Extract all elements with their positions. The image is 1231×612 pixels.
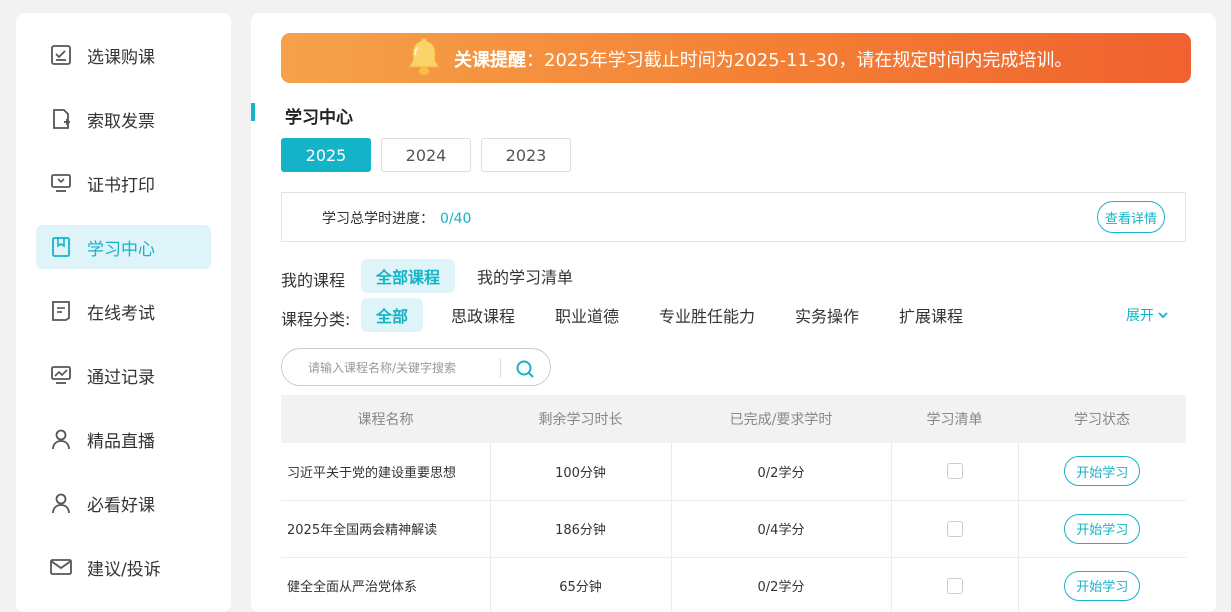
bookmark-book-icon bbox=[50, 236, 72, 258]
sidebar-item-invoice[interactable]: 索取发票 bbox=[36, 97, 211, 141]
sidebar-item-label: 学习中心 bbox=[87, 239, 155, 260]
status-cell: 开始学习 bbox=[1018, 557, 1186, 612]
table-header-row: 课程名称 剩余学习时长 已完成/要求学时 学习清单 学习状态 bbox=[281, 395, 1186, 443]
notice-title: 关课提醒 bbox=[454, 50, 526, 71]
category-all[interactable]: 全部 bbox=[361, 298, 423, 332]
sidebar-item-label: 索取发票 bbox=[87, 111, 155, 132]
study-list-cell bbox=[891, 500, 1019, 558]
tab-my-study-list[interactable]: 我的学习清单 bbox=[469, 259, 581, 293]
monitor-print-icon bbox=[50, 172, 72, 194]
status-cell: 开始学习 bbox=[1018, 500, 1186, 558]
exam-paper-icon bbox=[50, 300, 72, 322]
column-header: 剩余学习时长 bbox=[490, 395, 671, 443]
sidebar-item-course-select[interactable]: 选课购课 bbox=[36, 33, 211, 77]
sidebar-item-live-stream[interactable]: 精品直播 bbox=[36, 417, 211, 461]
study-list-checkbox[interactable] bbox=[946, 520, 963, 537]
main-panel: 关课提醒：2025年学习截止时间为2025-11-30，请在规定时间内完成培训。… bbox=[251, 13, 1216, 612]
page-title: 学习中心 bbox=[285, 108, 353, 128]
column-header: 已完成/要求学时 bbox=[671, 395, 891, 443]
column-header: 学习清单 bbox=[891, 395, 1018, 443]
progress-label: 学习总学时进度： 0/40 bbox=[322, 208, 471, 228]
status-cell: 开始学习 bbox=[1018, 443, 1186, 501]
notice-message: 关课提醒：2025年学习截止时间为2025-11-30，请在规定时间内完成培训。 bbox=[454, 46, 1072, 72]
sidebar-item-certificate-print[interactable]: 证书打印 bbox=[36, 161, 211, 205]
credit-progress: 0/4学分 bbox=[671, 500, 892, 558]
chevron-down-icon bbox=[1158, 307, 1168, 323]
course-search bbox=[281, 348, 551, 386]
user-icon bbox=[50, 492, 72, 514]
table-row: 2025年全国两会精神解读 186分钟 0/4学分 开始学习 bbox=[281, 500, 1186, 558]
progress-value: 0/40 bbox=[440, 211, 472, 227]
study-list-cell bbox=[891, 557, 1019, 612]
section-accent-bar bbox=[251, 103, 255, 121]
sidebar-item-label: 选课购课 bbox=[87, 47, 155, 68]
search-icon[interactable] bbox=[514, 358, 536, 380]
user-icon bbox=[50, 428, 72, 450]
expand-label: 展开 bbox=[1126, 308, 1154, 324]
study-progress-box: 学习总学时进度： 0/40 查看详情 bbox=[281, 192, 1186, 242]
remaining-time: 65分钟 bbox=[490, 557, 672, 612]
table-row: 健全全面从严治党体系 65分钟 0/2学分 开始学习 bbox=[281, 557, 1186, 612]
course-name: 习近平关于党的建设重要思想 bbox=[281, 443, 491, 501]
table-row: 习近平关于党的建设重要思想 100分钟 0/2学分 开始学习 bbox=[281, 443, 1186, 501]
progress-label-text: 学习总学时进度： bbox=[322, 211, 434, 227]
sidebar-item-online-exam[interactable]: 在线考试 bbox=[36, 289, 211, 333]
mail-icon bbox=[50, 556, 72, 578]
category-practice[interactable]: 实务操作 bbox=[783, 298, 871, 332]
column-header: 课程名称 bbox=[281, 395, 490, 443]
sidebar-item-label: 证书打印 bbox=[87, 175, 155, 196]
chart-monitor-icon bbox=[50, 364, 72, 386]
sidebar: 选课购课 索取发票 证书打印 学习中心 在线考试 通过记录 精品直播 必看好课 … bbox=[16, 13, 231, 612]
my-courses-label: 我的课程 bbox=[281, 271, 346, 290]
notice-text: ：2025年学习截止时间为2025-11-30，请在规定时间内完成培训。 bbox=[526, 50, 1073, 71]
sidebar-item-feedback[interactable]: 建议/投诉 bbox=[36, 545, 211, 589]
start-learning-button[interactable]: 开始学习 bbox=[1064, 570, 1141, 601]
sidebar-item-label: 精品直播 bbox=[87, 431, 155, 452]
study-list-checkbox[interactable] bbox=[946, 463, 963, 480]
course-table: 课程名称 剩余学习时长 已完成/要求学时 学习清单 学习状态 习近平关于党的建设… bbox=[281, 395, 1186, 612]
remaining-time: 186分钟 bbox=[490, 500, 672, 558]
year-tab-2023[interactable]: 2023 bbox=[481, 138, 571, 172]
sidebar-item-label: 必看好课 bbox=[87, 495, 155, 516]
year-tab-2025[interactable]: 2025 bbox=[281, 138, 371, 172]
view-details-button[interactable]: 查看详情 bbox=[1097, 201, 1165, 233]
start-learning-button[interactable]: 开始学习 bbox=[1064, 456, 1141, 487]
sidebar-item-label: 通过记录 bbox=[87, 367, 155, 388]
category-extended[interactable]: 扩展课程 bbox=[887, 298, 975, 332]
sidebar-item-pass-records[interactable]: 通过记录 bbox=[36, 353, 211, 397]
search-divider bbox=[500, 358, 501, 378]
credit-progress: 0/2学分 bbox=[671, 443, 892, 501]
tab-all-courses[interactable]: 全部课程 bbox=[361, 259, 455, 293]
remaining-time: 100分钟 bbox=[490, 443, 672, 501]
sidebar-item-label: 建议/投诉 bbox=[87, 559, 161, 580]
category-label: 课程分类: bbox=[281, 310, 351, 329]
study-list-checkbox[interactable] bbox=[946, 577, 963, 594]
course-name: 2025年全国两会精神解读 bbox=[281, 500, 491, 558]
study-list-cell bbox=[891, 443, 1019, 501]
course-name: 健全全面从严治党体系 bbox=[281, 557, 491, 612]
sidebar-item-must-watch[interactable]: 必看好课 bbox=[36, 481, 211, 525]
year-tab-2024[interactable]: 2024 bbox=[381, 138, 471, 172]
category-ethics[interactable]: 职业道德 bbox=[543, 298, 631, 332]
sidebar-item-label: 在线考试 bbox=[87, 303, 155, 324]
category-political[interactable]: 思政课程 bbox=[439, 298, 527, 332]
expand-toggle[interactable]: 展开 bbox=[1126, 305, 1168, 325]
checklist-icon bbox=[50, 44, 72, 66]
search-input[interactable] bbox=[308, 358, 488, 378]
invoice-icon bbox=[50, 108, 72, 130]
start-learning-button[interactable]: 开始学习 bbox=[1064, 513, 1141, 544]
credit-progress: 0/2学分 bbox=[671, 557, 892, 612]
bell-icon bbox=[404, 37, 444, 83]
sidebar-item-learning-center[interactable]: 学习中心 bbox=[36, 225, 211, 269]
column-header: 学习状态 bbox=[1018, 395, 1186, 443]
course-close-notice-banner: 关课提醒：2025年学习截止时间为2025-11-30，请在规定时间内完成培训。 bbox=[281, 33, 1191, 83]
category-professional[interactable]: 专业胜任能力 bbox=[647, 298, 767, 332]
